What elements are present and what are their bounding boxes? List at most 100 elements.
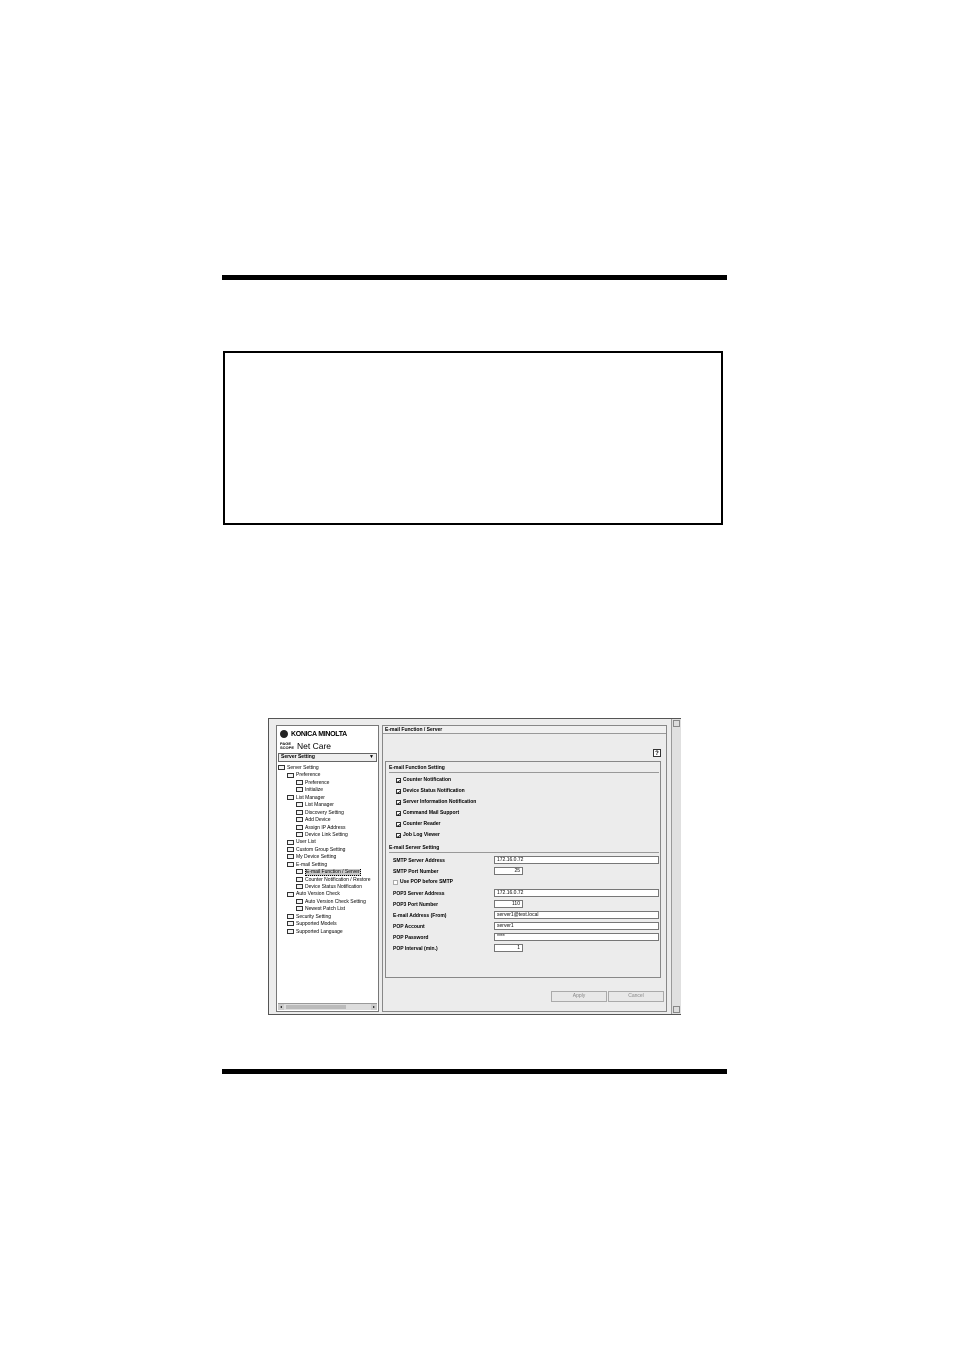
tree-item[interactable]: E-mail Setting [278, 862, 378, 869]
folder-icon [287, 794, 294, 800]
check-icon: ✔ [396, 788, 401, 795]
tree-item-label: List Manager [296, 794, 325, 801]
tree-item[interactable]: Auto Version Check [278, 891, 378, 898]
folder-icon [287, 913, 294, 919]
pop-interval-field[interactable]: 1 [494, 944, 523, 952]
counter-notification-checkbox[interactable]: ✔ Counter Notification [396, 777, 452, 784]
server-information-notification-checkbox[interactable]: ✔ Server Information Notification [396, 799, 476, 806]
tree-item-label: Newest Patch List [305, 906, 346, 913]
folder-icon [287, 861, 294, 867]
tree-item[interactable]: Preference [278, 772, 378, 779]
pop3-port-label: POP3 Port Number [393, 902, 439, 908]
page-icon [296, 802, 303, 808]
tree-item-label: Supported Language [296, 928, 343, 935]
check-icon: ✔ [396, 777, 401, 784]
globe-icon [280, 730, 288, 738]
tree-item[interactable]: Supported Models [278, 921, 378, 928]
device-status-notification-checkbox[interactable]: ✔ Device Status Notification [396, 788, 465, 795]
pop3-port-field[interactable]: 110 [494, 900, 523, 908]
top-rule [222, 275, 727, 280]
page-icon [296, 824, 303, 830]
pop-account-label: POP Account [393, 924, 425, 930]
tree-item[interactable]: Add Device [278, 817, 378, 824]
tree-item-label: E-mail Function / Server [305, 869, 361, 877]
bottom-rule [222, 1069, 727, 1074]
sidebar: KONICA MINOLTA PAGE SCOPE Net Care Serve… [276, 725, 379, 1012]
horizontal-scrollbar[interactable]: ◂ ▸ [278, 1003, 377, 1010]
scroll-left-icon[interactable]: ◂ [278, 1004, 284, 1010]
folder-icon [287, 921, 294, 927]
pop-before-smtp-checkbox[interactable]: Use POP before SMTP [393, 879, 453, 885]
tree-item[interactable]: User List [278, 839, 378, 846]
command-mail-support-checkbox[interactable]: ✔ Command Mail Support [396, 810, 460, 817]
tree-item-label: User List [296, 839, 316, 846]
pop-interval-label: POP Interval (min.) [393, 946, 438, 952]
counter-reader-checkbox[interactable]: ✔ Counter Reader [396, 821, 441, 828]
tree-item[interactable]: E-mail Function / Server [278, 869, 378, 877]
tree-item-label: List Manager [305, 802, 334, 809]
scroll-thumb[interactable] [286, 1005, 346, 1009]
help-icon[interactable]: ? [653, 749, 661, 757]
tree-item[interactable]: Auto Version Check Setting [278, 899, 378, 906]
tree-item[interactable]: Security Setting [278, 914, 378, 921]
dropdown-label: Server Setting [281, 754, 315, 760]
server-setting-dropdown[interactable]: Server Setting ▼ [278, 753, 377, 762]
folder-icon [287, 928, 294, 934]
scroll-down-icon[interactable] [673, 1006, 680, 1013]
tree-item-label: Device Link Setting [305, 831, 348, 838]
tree-item-label: My Device Setting [296, 854, 337, 861]
section-divider [389, 852, 659, 853]
folder-icon [287, 854, 294, 860]
checkbox-label: Job Log Viewer [403, 832, 440, 838]
cancel-button[interactable]: Cancel [608, 991, 664, 1002]
check-icon: ✔ [396, 832, 401, 839]
scroll-right-icon[interactable]: ▸ [371, 1004, 377, 1010]
job-log-viewer-checkbox[interactable]: ✔ Job Log Viewer [396, 832, 440, 839]
tree-item-label: Auto Version Check [296, 891, 340, 898]
tree-item[interactable]: Preference [278, 780, 378, 787]
tree-item[interactable]: Discovery Setting [278, 810, 378, 817]
settings-panel: E-mail Function Setting ✔ Counter Notific… [385, 761, 661, 978]
tree-item-label: Discovery Setting [305, 809, 344, 816]
check-icon: ✔ [396, 810, 401, 817]
page-icon [296, 899, 303, 905]
tree-item[interactable]: Newest Patch List [278, 906, 378, 913]
tree-item-label: Auto Version Check Setting [305, 898, 366, 905]
page-icon [296, 817, 303, 823]
tree-item[interactable]: Device Status Notification [278, 884, 378, 891]
tree-item[interactable]: My Device Setting [278, 854, 378, 861]
pop3-address-field[interactable]: 172.16.0.72 [494, 889, 659, 897]
tree-item[interactable]: Assign IP Address [278, 825, 378, 832]
checkbox-label: Command Mail Support [403, 810, 460, 816]
smtp-address-field[interactable]: 172.16.0.72 [494, 856, 659, 864]
folder-icon [287, 772, 294, 778]
checkbox-label: Counter Notification [403, 777, 452, 783]
tree-item-label: Supported Models [296, 921, 337, 928]
folder-icon [287, 891, 294, 897]
tree-item[interactable]: Initialize [278, 787, 378, 794]
pop-password-field[interactable]: **** [494, 933, 659, 941]
smtp-port-field[interactable]: 25 [494, 867, 523, 875]
email-from-field[interactable]: server1@test.local [494, 911, 659, 919]
vertical-scrollbar[interactable] [671, 719, 681, 1014]
tree-item[interactable]: List Manager [278, 802, 378, 809]
tree-item[interactable]: Supported Language [278, 929, 378, 936]
pop3-address-label: POP3 Server Address [393, 891, 445, 897]
tree-item[interactable]: Counter Notification / Restore [278, 877, 378, 884]
tree-item[interactable]: Server Setting [278, 765, 378, 772]
apply-button[interactable]: Apply [551, 991, 607, 1002]
brand-logo: KONICA MINOLTA [280, 729, 347, 739]
tree-item-label: Preference [305, 779, 330, 786]
chevron-down-icon: ▼ [369, 754, 374, 760]
tree-item-label: Security Setting [296, 913, 332, 920]
tree-item-label: Counter Notification / Restore [305, 876, 371, 883]
pop-account-field[interactable]: server1 [494, 922, 659, 930]
tree-item[interactable]: List Manager [278, 795, 378, 802]
folder-icon [287, 846, 294, 852]
tree-item[interactable]: Custom Group Setting [278, 847, 378, 854]
function-section-title: E-mail Function Setting [389, 765, 445, 771]
product-logo: PAGE SCOPE Net Care [280, 741, 331, 751]
smtp-address-label: SMTP Server Address [393, 858, 445, 864]
tree-item[interactable]: Device Link Setting [278, 832, 378, 839]
scroll-up-icon[interactable] [673, 720, 680, 727]
